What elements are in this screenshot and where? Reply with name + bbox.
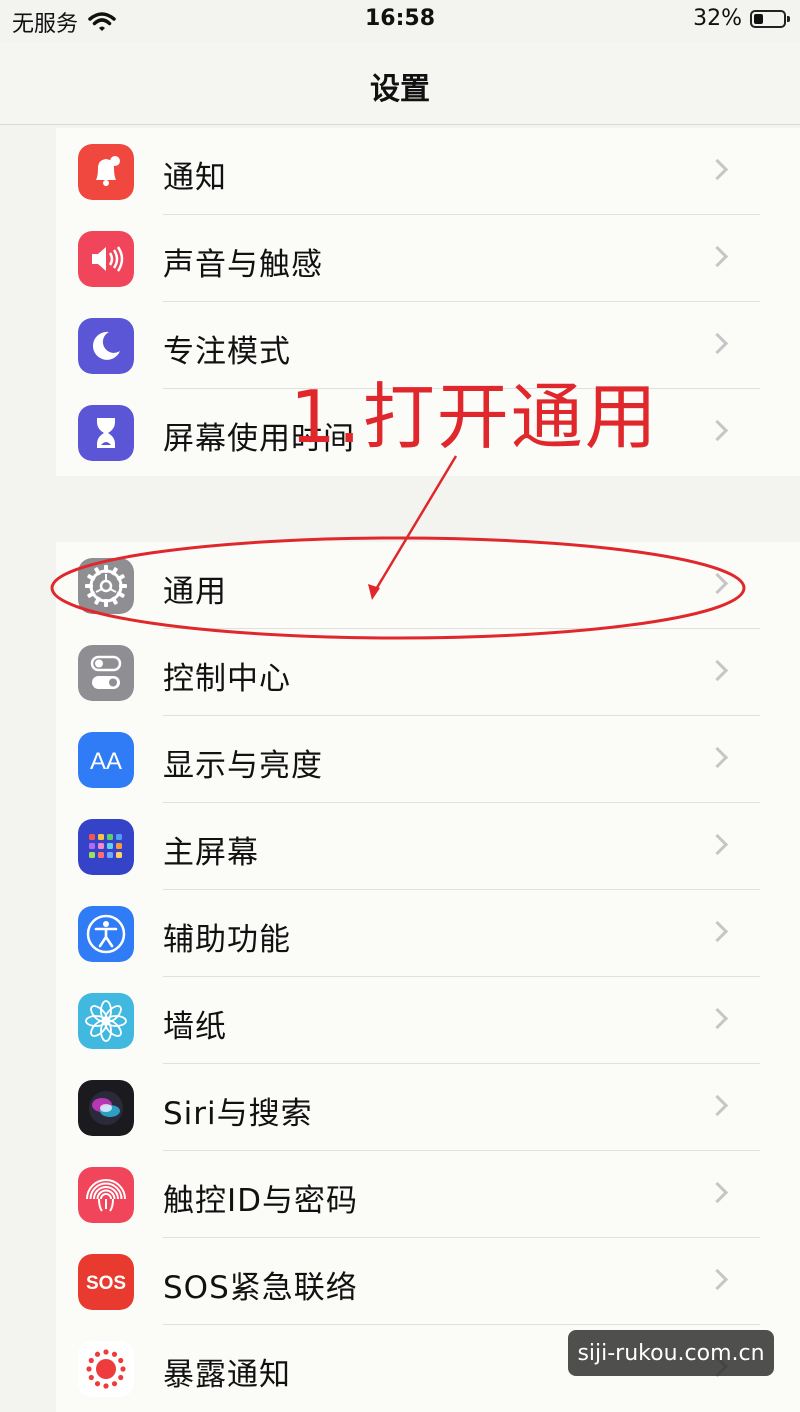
settings-row-label: Siri与搜索 xyxy=(163,1096,313,1132)
battery-nub xyxy=(787,15,790,22)
settings-row[interactable]: 通知 xyxy=(56,128,800,215)
chevron-right-icon xyxy=(706,833,729,856)
status-time: 16:58 xyxy=(364,6,436,31)
chevron-right-icon xyxy=(706,659,729,682)
svg-text:SOS: SOS xyxy=(86,1273,126,1294)
settings-group-2: 通用 控制中心 AA 显示与亮度主屏幕 辅助功能墙纸 Siri与搜索 触控ID与密… xyxy=(56,542,800,1412)
settings-row[interactable]: 主屏幕 xyxy=(56,803,800,890)
exposure-icon xyxy=(78,1341,134,1397)
nav-bar: 设置 xyxy=(0,42,800,125)
settings-row-label: 显示与亮度 xyxy=(163,748,323,784)
settings-row-label: 墙纸 xyxy=(163,1009,227,1045)
toggles-icon xyxy=(78,645,134,701)
flower-icon xyxy=(78,993,134,1049)
settings-row-label: 暴露通知 xyxy=(163,1357,291,1393)
speaker-icon xyxy=(78,231,134,287)
chevron-right-icon xyxy=(706,1181,729,1204)
settings-row-label: 声音与触感 xyxy=(163,247,323,283)
bell-icon xyxy=(78,144,134,200)
battery-percent: 32% xyxy=(693,6,742,31)
annotation-text: 1.打开通用 xyxy=(290,375,659,459)
settings-row[interactable]: 墙纸 xyxy=(56,977,800,1064)
chevron-right-icon xyxy=(706,158,729,181)
settings-row-label: 通知 xyxy=(163,160,227,196)
sos-icon: SOS xyxy=(78,1254,134,1310)
watermark: siji-rukou.com.cn xyxy=(568,1330,774,1376)
home-grid-icon xyxy=(78,819,134,875)
chevron-right-icon xyxy=(706,245,729,268)
gear-icon xyxy=(78,558,134,614)
chevron-right-icon xyxy=(706,419,729,442)
moon-icon xyxy=(78,318,134,374)
page-title: 设置 xyxy=(370,72,430,107)
status-right: 32% xyxy=(693,6,790,31)
settings-row[interactable]: AA 显示与亮度 xyxy=(56,716,800,803)
settings-row-label: 专注模式 xyxy=(163,334,291,370)
text-size-icon: AA xyxy=(78,732,134,788)
fingerprint-icon xyxy=(78,1167,134,1223)
settings-row[interactable]: 声音与触感 xyxy=(56,215,800,302)
battery-fill xyxy=(754,13,763,24)
chevron-right-icon xyxy=(706,572,729,595)
accessibility-icon xyxy=(78,906,134,962)
settings-row[interactable]: 辅助功能 xyxy=(56,890,800,977)
siri-icon xyxy=(78,1080,134,1136)
settings-row[interactable]: 控制中心 xyxy=(56,629,800,716)
settings-row[interactable]: Siri与搜索 xyxy=(56,1064,800,1151)
chevron-right-icon xyxy=(706,1007,729,1030)
settings-row-label: 主屏幕 xyxy=(163,835,259,871)
status-bar: 无服务 16:58 32% xyxy=(0,0,800,42)
chevron-right-icon xyxy=(706,1094,729,1117)
settings-row-label: 控制中心 xyxy=(163,661,291,697)
settings-row[interactable]: 触控ID与密码 xyxy=(56,1151,800,1238)
svg-text:AA: AA xyxy=(90,748,122,775)
settings-row-label: 辅助功能 xyxy=(163,922,291,958)
settings-row-label: 通用 xyxy=(163,574,227,610)
chevron-right-icon xyxy=(706,920,729,943)
chevron-right-icon xyxy=(706,1268,729,1291)
hourglass-icon xyxy=(78,405,134,461)
settings-row-label: 触控ID与密码 xyxy=(163,1183,359,1219)
chevron-right-icon xyxy=(706,332,729,355)
battery-icon xyxy=(750,9,790,28)
settings-row-label: SOS紧急联络 xyxy=(163,1270,358,1306)
settings-row[interactable]: SOS SOS紧急联络 xyxy=(56,1238,800,1325)
chevron-right-icon xyxy=(706,746,729,769)
settings-row[interactable]: 通用 xyxy=(56,542,800,629)
